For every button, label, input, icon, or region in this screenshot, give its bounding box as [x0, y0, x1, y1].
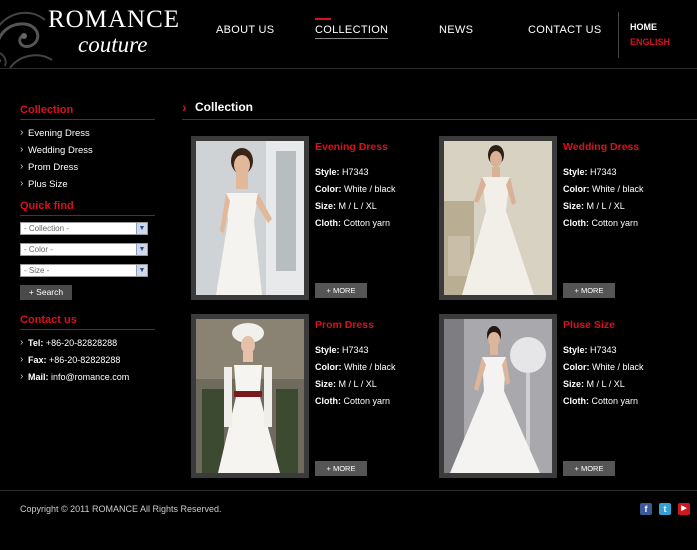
contact-fax-value: +86-20-82828288 [49, 355, 121, 365]
brand-logo[interactable]: ROMANCE couture [0, 0, 180, 69]
product-style: Style: H7343 [315, 167, 369, 177]
page-title: › Collection [182, 99, 697, 120]
contact-fax-label: Fax: [28, 355, 47, 365]
product-card: Pluse Size Style: H7343 Color: White / b… [439, 314, 679, 479]
sidebar-item-plus-size[interactable]: Plus Size [20, 176, 155, 194]
product-size: Size: M / L / XL [315, 201, 377, 211]
contact-tel: Tel: +86-20-82828288 [20, 335, 155, 353]
more-button[interactable]: + MORE [563, 461, 615, 476]
product-style: Style: H7343 [563, 167, 617, 177]
product-color: Color: White / black [315, 362, 396, 372]
contact-tel-label: Tel: [28, 338, 44, 348]
product-color: Color: White / black [563, 184, 644, 194]
product-name[interactable]: Prom Dress [315, 319, 374, 331]
product-name[interactable]: Evening Dress [315, 141, 388, 153]
quick-find-title: Quick find [20, 200, 155, 216]
product-card: Prom Dress Style: H7343 Color: White / b… [191, 314, 431, 479]
product-card: Wedding Dress Style: H7343 Color: White … [439, 136, 679, 301]
product-cloth: Cloth: Cotton yarn [315, 218, 391, 228]
chevron-down-icon: ▼ [136, 265, 147, 276]
brand-tagline: couture [78, 32, 148, 57]
product-style: Style: H7343 [315, 345, 369, 355]
product-cloth: Cloth: Cotton yarn [563, 396, 639, 406]
page-title-text: Collection [195, 100, 254, 114]
chevron-right-icon: › [182, 99, 187, 115]
product-photo [444, 141, 552, 295]
facebook-icon[interactable]: f [640, 503, 652, 515]
search-button[interactable]: + Search [20, 285, 72, 300]
twitter-icon[interactable]: t [659, 503, 671, 515]
chevron-down-icon: ▼ [136, 244, 147, 255]
contact-us-title: Contact us [20, 314, 155, 330]
site-header: ROMANCE couture ABOUT US COLLECTION NEWS… [0, 0, 697, 69]
product-name[interactable]: Pluse Size [563, 319, 615, 331]
nav-about-us[interactable]: ABOUT US [216, 24, 274, 36]
language-menu: HOME ENGLISH [618, 12, 670, 58]
product-photo-frame[interactable] [191, 136, 309, 300]
sidebar-item-wedding-dress[interactable]: Wedding Dress [20, 142, 155, 160]
sidebar-item-evening-dress[interactable]: Evening Dress [20, 125, 155, 143]
color-select-value: - Color - [24, 245, 53, 254]
copyright-text: Copyright © 2011 ROMANCE All Rights Rese… [20, 504, 222, 514]
home-link[interactable]: HOME [630, 22, 670, 32]
product-photo-frame[interactable] [439, 314, 557, 478]
chevron-down-icon: ▼ [136, 223, 147, 234]
contact-tel-value: +86-20-82828288 [45, 338, 118, 348]
product-photo [196, 319, 304, 473]
site-footer: Copyright © 2011 ROMANCE All Rights Rese… [0, 490, 697, 550]
size-select[interactable]: - Size - ▼ [20, 264, 148, 277]
size-select-value: - Size - [24, 266, 50, 275]
more-button[interactable]: + MORE [315, 461, 367, 476]
more-button[interactable]: + MORE [315, 283, 367, 298]
product-photo [196, 141, 304, 295]
product-cloth: Cloth: Cotton yarn [563, 218, 639, 228]
product-photo [444, 319, 552, 473]
product-name[interactable]: Wedding Dress [563, 141, 639, 153]
color-select[interactable]: - Color - ▼ [20, 243, 148, 256]
product-color: Color: White / black [315, 184, 396, 194]
youtube-icon[interactable]: ▶ [678, 503, 690, 515]
contact-fax: Fax: +86-20-82828288 [20, 352, 155, 370]
more-button[interactable]: + MORE [563, 283, 615, 298]
product-card: Evening Dress Style: H7343 Color: White … [191, 136, 431, 301]
product-cloth: Cloth: Cotton yarn [315, 396, 391, 406]
product-size: Size: M / L / XL [563, 201, 625, 211]
product-color: Color: White / black [563, 362, 644, 372]
collection-list: Evening Dress Wedding Dress Prom Dress P… [20, 125, 155, 194]
nav-collection[interactable]: COLLECTION [315, 18, 389, 39]
contact-mail-value[interactable]: info@romance.com [51, 372, 129, 382]
sidebar-collection-title: Collection [20, 104, 155, 120]
product-style: Style: H7343 [563, 345, 617, 355]
product-size: Size: M / L / XL [563, 379, 625, 389]
product-size: Size: M / L / XL [315, 379, 377, 389]
nav-news[interactable]: NEWS [439, 24, 473, 36]
brand-name: ROMANCE [48, 6, 180, 33]
product-photo-frame[interactable] [191, 314, 309, 478]
sidebar-item-prom-dress[interactable]: Prom Dress [20, 159, 155, 177]
collection-select-value: - Collection - [24, 224, 69, 233]
collection-select[interactable]: - Collection - ▼ [20, 222, 148, 235]
sidebar: Collection Evening Dress Wedding Dress P… [20, 104, 155, 387]
english-link[interactable]: ENGLISH [630, 37, 670, 47]
nav-contact-us[interactable]: CONTACT US [528, 24, 602, 36]
contact-mail-label: Mail: [28, 372, 49, 382]
contact-mail: Mail: info@romance.com [20, 369, 155, 387]
product-photo-frame[interactable] [439, 136, 557, 300]
